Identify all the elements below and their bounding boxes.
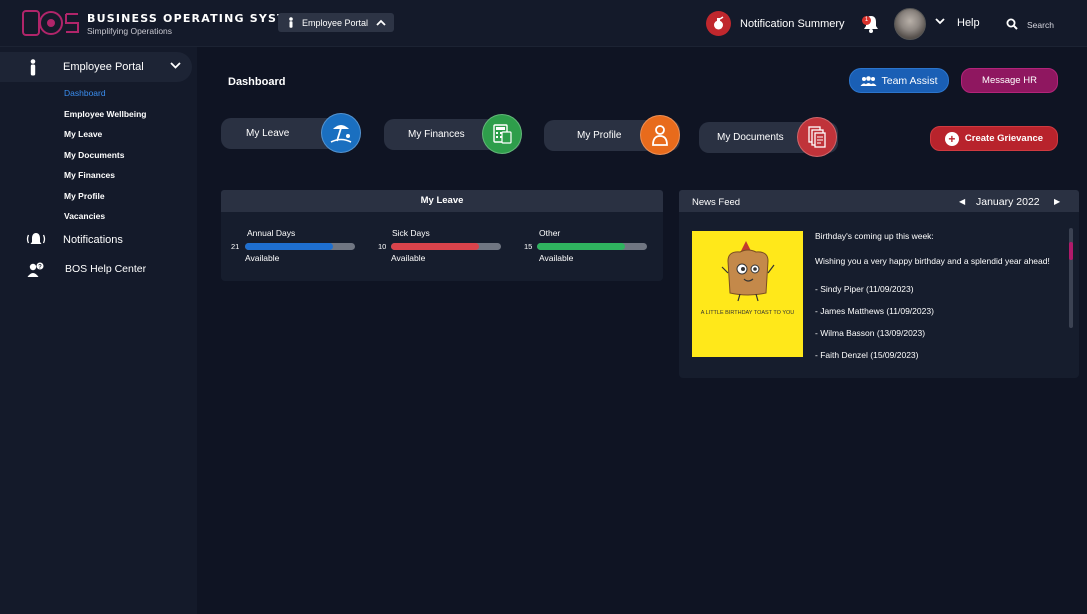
leave-progress-bar — [537, 243, 647, 250]
news-wish: Wishing you a very happy birthday and a … — [815, 256, 1050, 266]
news-person: - Wilma Basson (13/09/2023) — [815, 328, 926, 338]
news-person: - Faith Denzel (15/09/2023) — [815, 350, 919, 360]
leave-count: 21 — [231, 242, 240, 251]
team-icon — [860, 75, 877, 86]
svg-text:?: ? — [38, 264, 42, 270]
sidebar-item-my-finances[interactable]: My Finances — [64, 170, 115, 180]
tile-my-finances[interactable]: My Finances — [384, 114, 522, 154]
message-hr-button[interactable]: Message HR — [961, 68, 1058, 93]
next-month-icon[interactable]: ▶ — [1054, 197, 1060, 206]
team-assist-label: Team Assist — [881, 74, 938, 87]
sidebar-item-my-profile[interactable]: My Profile — [64, 191, 105, 201]
news-feed-card: News Feed ◀ January 2022 ▶ A LITTLE BIRT… — [679, 190, 1079, 378]
leave-progress-fill — [245, 243, 333, 250]
sidebar-item-vacancies[interactable]: Vacancies — [64, 211, 105, 221]
sidebar-item-my-leave[interactable]: My Leave — [64, 129, 102, 139]
beach-icon — [321, 113, 361, 153]
sidebar-item-dashboard[interactable]: Dashboard — [64, 88, 106, 98]
team-assist-button[interactable]: Team Assist — [849, 68, 949, 93]
birthday-toast-caption: A LITTLE BIRTHDAY TOAST TO YOU — [700, 310, 795, 316]
tile-my-profile[interactable]: My Profile — [544, 115, 680, 155]
portal-selector-label: Employee Portal — [302, 17, 369, 28]
brand: BUSINESS OPERATING SYSTEM Simplifying Op… — [87, 12, 307, 36]
message-hr-label: Message HR — [982, 75, 1037, 86]
tile-label: My Leave — [246, 128, 290, 139]
leave-status: Available — [245, 253, 280, 263]
sidebar-item-my-documents[interactable]: My Documents — [64, 150, 124, 160]
person-icon — [640, 115, 680, 155]
person-icon — [289, 17, 293, 28]
sidebar-item-employee-wellbeing[interactable]: Employee Wellbeing — [64, 109, 147, 119]
sidebar-item-label: Employee Portal — [63, 61, 144, 73]
sidebar: Employee Portal Dashboard Employee Wellb… — [0, 47, 197, 614]
chevron-down-icon[interactable] — [935, 18, 945, 25]
portal-selector[interactable]: Employee Portal — [278, 13, 394, 32]
alarm-icon — [26, 233, 46, 244]
tile-label: My Finances — [408, 129, 465, 140]
plus-icon: + — [944, 131, 959, 146]
leave-type-label: Sick Days — [392, 228, 430, 238]
news-feed-title: News Feed — [692, 197, 741, 208]
create-grievance-button[interactable]: + Create Grievance — [930, 126, 1058, 151]
page-title: Dashboard — [228, 76, 286, 88]
tile-my-leave[interactable]: My Leave — [221, 113, 361, 153]
news-person: - James Matthews (11/09/2023) — [815, 306, 934, 316]
search-label[interactable]: Search — [1027, 20, 1054, 30]
leave-status: Available — [391, 253, 426, 263]
tile-my-documents[interactable]: My Documents — [699, 117, 838, 157]
top-bar: BUSINESS OPERATING SYSTEM Simplifying Op… — [0, 0, 1087, 47]
leave-status: Available — [539, 253, 574, 263]
alert-icon — [706, 11, 731, 36]
brand-title: BUSINESS OPERATING SYSTEM — [87, 12, 307, 25]
leave-count: 15 — [524, 242, 533, 251]
bos-logo[interactable] — [22, 8, 80, 38]
tile-label: My Profile — [577, 130, 622, 141]
search-icon[interactable] — [1006, 18, 1018, 30]
notification-summary-label: Notification Summery — [740, 17, 845, 30]
previous-month-icon[interactable]: ◀ — [959, 197, 965, 206]
help-link[interactable]: Help — [957, 17, 980, 29]
tile-label: My Documents — [717, 132, 784, 143]
leave-count: 10 — [378, 242, 387, 251]
calculator-icon — [482, 114, 522, 154]
avatar[interactable] — [894, 8, 926, 40]
news-person: - Sindy Piper (11/09/2023) — [815, 284, 914, 294]
sidebar-item-notifications[interactable]: Notifications — [63, 234, 123, 246]
news-feed-header: News Feed ◀ January 2022 ▶ — [679, 190, 1079, 212]
news-heading: Birthday's coming up this week: — [815, 231, 934, 241]
leave-type-label: Other — [539, 228, 561, 238]
help-center-icon: ? — [27, 262, 44, 277]
leave-progress-bar — [391, 243, 501, 250]
leave-progress-bar — [245, 243, 355, 250]
news-scrollbar[interactable] — [1069, 228, 1073, 328]
leave-progress-fill — [391, 243, 479, 250]
documents-icon — [797, 117, 837, 157]
notification-summary[interactable]: Notification Summery — [706, 11, 845, 36]
news-feed-month: January 2022 — [976, 196, 1040, 208]
news-scrollbar-thumb[interactable] — [1069, 242, 1073, 260]
my-leave-card: My Leave Annual Days 21 Available Sick D… — [221, 190, 663, 281]
leave-type-label: Annual Days — [247, 228, 296, 238]
birthday-toast-image: A LITTLE BIRTHDAY TOAST TO YOU — [692, 231, 803, 357]
sidebar-item-employee-portal[interactable]: Employee Portal — [0, 52, 192, 82]
notification-badge: 1 — [862, 16, 871, 25]
sidebar-item-bos-help-center[interactable]: BOS Help Center — [65, 263, 146, 275]
create-grievance-label: Create Grievance — [964, 133, 1044, 144]
chevron-up-icon — [376, 19, 386, 26]
chevron-down-icon — [170, 62, 181, 69]
person-icon — [30, 59, 36, 76]
brand-subtitle: Simplifying Operations — [87, 26, 173, 36]
my-leave-title: My Leave — [221, 190, 663, 212]
leave-progress-fill — [537, 243, 625, 250]
